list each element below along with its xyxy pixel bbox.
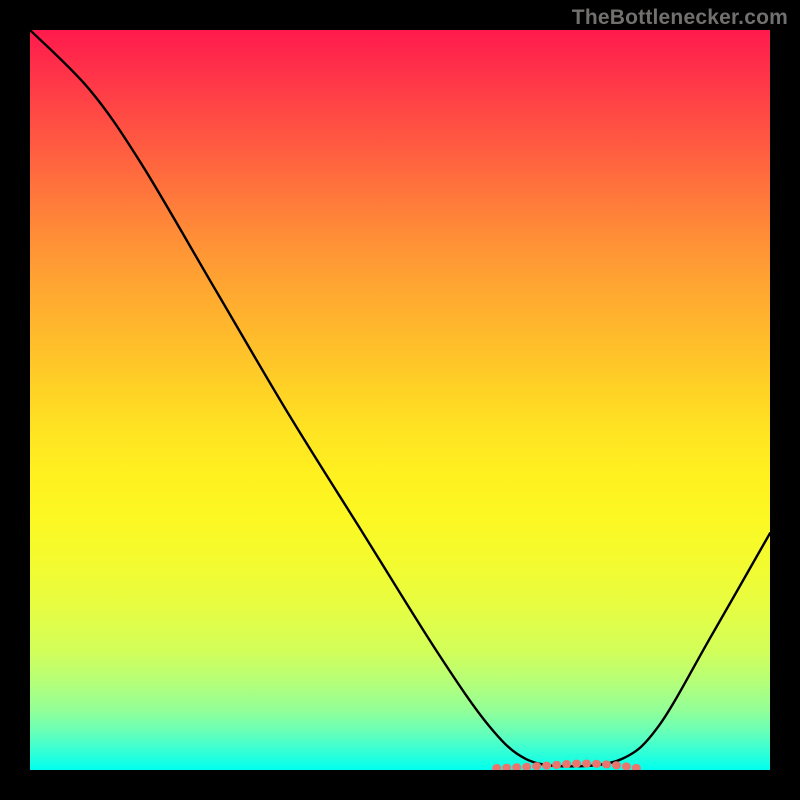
bottleneck-curve [30,30,770,766]
watermark-text: TheBottlenecker.com [572,6,788,30]
chart-svg [30,30,770,770]
optimal-range-highlight [496,764,637,769]
chart-plot-area [30,30,770,770]
